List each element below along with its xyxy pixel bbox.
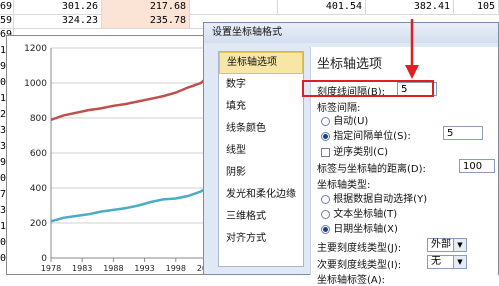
major-tick-label: 主要刻度线类型(J):	[317, 243, 402, 254]
x-tick-label: 1978	[41, 264, 61, 273]
nav-item-fill[interactable]: 填充	[219, 96, 303, 118]
distance-input[interactable]: 100	[459, 159, 495, 173]
cell[interactable]: 382.41	[366, 0, 454, 14]
reverse-checkbox[interactable]	[321, 147, 330, 157]
chevron-down-icon[interactable]: ▼	[453, 239, 466, 251]
nav-item-alignment[interactable]: 对齐方式	[219, 228, 303, 250]
axis-date-label: 日期坐标轴(X)	[333, 224, 398, 235]
cell[interactable]: 301.26	[14, 0, 102, 14]
x-tick-label: 1993	[134, 264, 154, 273]
minor-tick-value: 无	[431, 256, 441, 267]
cell[interactable]: 105	[454, 0, 499, 14]
cell[interactable]: 59	[0, 14, 14, 28]
axis-text-radio[interactable]	[321, 209, 330, 219]
y-tick-label: 800	[30, 114, 47, 124]
dialog-title: 设置坐标轴格式	[204, 23, 498, 43]
axis-date-option[interactable]: 日期坐标轴(X)	[321, 220, 398, 235]
nav-item-3d-format[interactable]: 三维格式	[219, 206, 303, 228]
specify-option[interactable]: 指定间隔单位(S):	[321, 127, 411, 142]
y-tick-label: 1200	[24, 44, 47, 54]
x-tick-label: 1983	[72, 264, 92, 273]
auto-option[interactable]: 自动(U)	[321, 112, 368, 127]
minor-tick-select[interactable]: 无 ▼	[427, 255, 467, 269]
nav-item-line-style[interactable]: 线型	[219, 140, 303, 162]
format-axis-dialog: 设置坐标轴格式 坐标轴选项 数字 填充 线条颜色 线型 阴影 发光和柔化边缘 三…	[203, 19, 499, 286]
x-tick-label: 1988	[103, 264, 123, 273]
auto-radio[interactable]	[321, 116, 330, 126]
cell[interactable]: 69	[0, 0, 14, 14]
y-tick-label: 400	[30, 184, 47, 194]
panel-title: 坐标轴选项	[317, 57, 383, 72]
axis-type-label: 坐标轴类型:	[317, 180, 371, 191]
cell[interactable]: 217.68	[102, 0, 190, 14]
y-tick-label: 600	[30, 149, 47, 159]
line-chart[interactable]: 1200 1000 800 600 400 200 0 1978 1983 1988 1993 199…	[6, 35, 217, 275]
nav-item-axis-options[interactable]: 坐标轴选项	[219, 52, 303, 74]
specify-label: 指定间隔单位(S):	[333, 131, 411, 142]
auto-label: 自动(U)	[333, 116, 369, 127]
cell[interactable]: 324.23	[14, 14, 102, 28]
chevron-down-icon[interactable]: ▼	[453, 256, 466, 268]
axis-text-label: 文本坐标轴(T)	[333, 209, 398, 220]
major-tick-select[interactable]: 外部 ▼	[427, 238, 467, 252]
axis-auto-label: 根据数据自动选择(Y)	[333, 194, 428, 205]
nav-item-line-color[interactable]: 线条颜色	[219, 118, 303, 140]
reverse-label: 逆序类别(C)	[333, 147, 388, 158]
cell[interactable]: 235.78	[102, 14, 190, 28]
axis-date-radio[interactable]	[321, 224, 330, 234]
nav-item-shadow[interactable]: 阴影	[219, 162, 303, 184]
specify-interval-input[interactable]: 5	[443, 126, 483, 140]
major-tick-value: 外部	[431, 239, 451, 250]
axis-auto-option[interactable]: 根据数据自动选择(Y)	[321, 190, 427, 205]
annotation-arrow-icon	[405, 19, 419, 79]
x-tick-label: 1998	[166, 264, 186, 273]
minor-tick-label: 次要刻度线类型(I):	[317, 260, 402, 271]
axis-auto-radio[interactable]	[321, 194, 330, 204]
series-line	[50, 186, 208, 223]
nav-item-glow[interactable]: 发光和柔化边缘	[219, 184, 303, 206]
cell[interactable]: 401.54	[278, 0, 366, 14]
distance-label: 标签与坐标轴的距离(D):	[317, 164, 426, 175]
table-row: 69 301.26 217.68 401.54 382.41 105	[0, 0, 499, 15]
y-tick-label: 200	[30, 219, 47, 229]
dialog-nav: 坐标轴选项 数字 填充 线条颜色 线型 阴影 发光和柔化边缘 三维格式 对齐方式	[218, 51, 304, 267]
reverse-option[interactable]: 逆序类别(C)	[321, 143, 388, 158]
chart-canvas: 1200 1000 800 600 400 200 01978 1983 1988 1993 199…	[24, 44, 217, 273]
series-line	[50, 76, 208, 121]
y-tick-label: 1000	[24, 79, 47, 89]
axis-label-position-label: 坐标轴标签(A):	[317, 275, 386, 286]
cell[interactable]	[190, 0, 278, 14]
axis-text-option[interactable]: 文本坐标轴(T)	[321, 205, 397, 220]
specify-radio[interactable]	[321, 131, 330, 141]
nav-item-number[interactable]: 数字	[219, 74, 303, 96]
y-tick-label: 0	[41, 254, 47, 264]
